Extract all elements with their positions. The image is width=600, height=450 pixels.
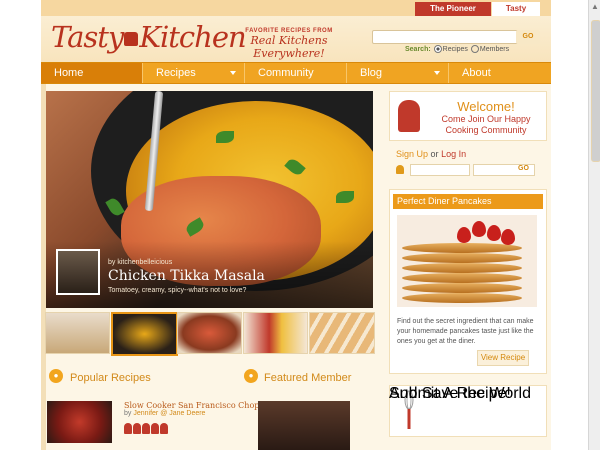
recipe-thumbnail[interactable] [47,401,112,443]
user-icon [396,165,404,174]
recipe-author: by Jennifer @ Jane Deere [124,410,206,417]
username-field[interactable] [410,164,470,176]
mitt-icon [124,423,132,434]
main-nav: Home Recipes Community Blog About [41,62,551,84]
site-header: Tasty Kitchen FAVORITE RECIPES FROM Real … [41,16,551,62]
nav-about[interactable]: About [449,63,551,83]
author-avatar[interactable] [56,249,100,295]
scroll-up-icon[interactable]: ▲ [590,2,600,12]
popular-recipes-icon: ● [49,369,63,383]
oven-mitt-icon [398,100,420,132]
search-options: Search: Recipes Members [405,45,510,53]
welcome-box: Welcome! Come Join Our Happy Cooking Comm… [389,91,547,141]
nav-home[interactable]: Home [41,63,143,83]
pancake-image[interactable] [397,215,537,307]
nav-blog[interactable]: Blog [347,63,449,83]
featured-recipe-description: Find out the secret ingredient that can … [397,318,534,345]
welcome-subtitle: Come Join Our Happy Cooking Community [441,114,531,135]
mitt-icon [142,423,150,434]
slide-thumb-selected[interactable] [111,312,178,356]
signup-link[interactable]: Sign Up [396,149,428,159]
login-go-button[interactable]: GO [518,165,529,172]
nav-community[interactable]: Community [245,63,347,83]
slide-thumb[interactable] [45,312,110,354]
featured-member-heading: Featured Member [264,372,352,384]
tagline: FAVORITE RECIPES FROM Real Kitchens Ever… [219,28,359,60]
cilantro-leaf [216,131,234,143]
login-link[interactable]: Log In [441,149,466,159]
chevron-down-icon [434,71,440,75]
hero-byline[interactable]: by kitchenbelleicious [108,259,172,266]
search-go-button[interactable]: GO [516,30,540,44]
tagline-big: Real Kitchens Everywhere! [250,34,328,60]
chevron-down-icon [230,71,236,75]
search-for-label: Search: [405,45,431,53]
mitt-icon [151,423,159,434]
featured-member-icon: ● [244,369,258,383]
featured-recipe-title[interactable]: Perfect Diner Pancakes [393,194,543,209]
signup-login-links: Sign Up or Log In [396,149,467,159]
search-input[interactable] [372,30,530,44]
tab-pioneer-woman[interactable]: The Pioneer Woman [415,2,491,27]
popular-recipes-heading: Popular Recipes [70,372,151,384]
slide-thumb[interactable] [177,312,242,354]
chef-hat-icon [124,32,139,46]
hero-description: Tomatoey, creamy, spicy--what's not to l… [108,287,247,294]
slide-thumb[interactable] [309,312,375,354]
hero-slideshow[interactable]: by kitchenbelleicious Chicken Tikka Masa… [46,91,373,308]
top-tab-bar: The Pioneer Woman Tasty Kitchen [41,0,551,27]
vertical-scrollbar[interactable]: ▲ [588,0,600,450]
radio-members[interactable] [470,45,479,53]
mitt-icon [133,423,141,434]
hero-title[interactable]: Chicken Tikka Masala [108,268,265,284]
scrollbar-thumb[interactable] [591,20,600,162]
view-recipe-button[interactable]: View Recipe [477,350,529,366]
welcome-title: Welcome! [457,99,515,114]
cilantro-leaf [336,191,354,203]
rating-mitts [124,421,169,439]
mitt-icon [160,423,168,434]
site-logo[interactable]: Tasty Kitchen [51,20,247,54]
featured-member-photo[interactable] [258,401,350,450]
slide-thumb[interactable] [243,312,308,354]
nav-recipes[interactable]: Recipes [143,63,245,83]
radio-recipes[interactable] [433,45,442,53]
submit-recipe-subtitle: And Save the World [389,385,532,402]
tab-tasty-kitchen[interactable]: Tasty Kitchen [492,2,540,27]
recipe-title-link[interactable]: Slow Cooker San Francisco Chops [124,401,264,410]
